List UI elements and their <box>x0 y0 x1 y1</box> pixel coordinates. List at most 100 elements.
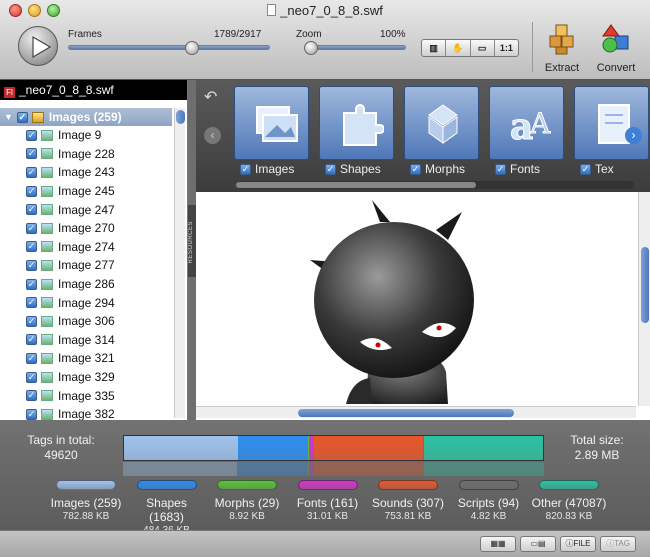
checkbox[interactable]: ✓ <box>26 148 37 160</box>
sidebar-scroll-thumb[interactable] <box>176 110 185 124</box>
preview-horizontal-scrollbar[interactable] <box>196 406 636 418</box>
window-title: _neo7_0_8_8.swf <box>0 3 650 18</box>
frames-slider[interactable] <box>68 45 270 50</box>
tree-item[interactable]: ✓ Image 274 <box>0 238 172 257</box>
fit-window-button[interactable]: ▭ <box>471 40 495 56</box>
strip-scrollbar[interactable] <box>236 181 634 189</box>
actual-size-button[interactable]: 1:1 <box>495 40 518 56</box>
sidebar-scrollbar[interactable] <box>174 108 185 418</box>
tree-item[interactable]: ✓ Image 228 <box>0 145 172 164</box>
frames-label: Frames <box>68 29 102 40</box>
zoom-slider[interactable] <box>311 45 406 50</box>
checkbox[interactable]: ✓ <box>26 371 37 383</box>
hand-tool-button[interactable]: ✋ <box>446 40 471 56</box>
tree-root-images[interactable]: ▼ ✓ Images (259) <box>0 108 172 126</box>
image-icon <box>41 185 53 197</box>
checkbox[interactable]: ✓ <box>410 163 421 175</box>
tree-item[interactable]: ✓ Image 314 <box>0 331 172 350</box>
category-label-text[interactable]: ✓ Tex <box>580 162 614 176</box>
preview-vertical-thumb[interactable] <box>641 247 649 323</box>
checkbox[interactable]: ✓ <box>26 222 37 234</box>
tree-item[interactable]: ✓ Image 277 <box>0 256 172 275</box>
thumbnail-view-icon: ▦▦ <box>490 539 506 548</box>
checkbox[interactable]: ✓ <box>26 334 37 346</box>
frames-slider-knob[interactable] <box>184 41 199 55</box>
back-icon[interactable]: ↶ <box>204 87 217 107</box>
legend-item-other: Other (47087) 820.83 KB <box>530 480 608 522</box>
tree-item[interactable]: ✓ Image 335 <box>0 386 172 405</box>
size-distribution-reflection <box>123 462 544 476</box>
checkbox[interactable]: ✓ <box>26 408 37 420</box>
legend-swatch <box>136 480 197 490</box>
legend-item-fonts: Fonts (161) 31.01 KB <box>289 480 367 522</box>
info-icon: ⓘ <box>565 539 574 548</box>
zoom-slider-knob[interactable] <box>304 41 318 55</box>
bar-segment-sounds <box>313 436 424 460</box>
category-label-images[interactable]: ✓ Images <box>240 162 294 176</box>
checkbox[interactable]: ✓ <box>26 297 37 309</box>
checkbox[interactable]: ✓ <box>325 163 336 175</box>
convert-button[interactable]: Convert <box>592 22 640 74</box>
disclosure-triangle-icon[interactable]: ▼ <box>4 112 13 122</box>
tree-item[interactable]: ✓ Image 329 <box>0 368 172 387</box>
legend-swatch <box>297 480 358 490</box>
checkbox[interactable]: ✓ <box>26 185 37 197</box>
checkbox[interactable]: ✓ <box>26 259 37 271</box>
category-tile-morphs[interactable] <box>404 86 479 160</box>
bar-segment-other <box>423 436 543 460</box>
checkbox[interactable]: ✓ <box>240 163 251 175</box>
tree-item[interactable]: ✓ Image 321 <box>0 349 172 368</box>
checkbox[interactable]: ✓ <box>580 163 591 175</box>
category-tile-images[interactable] <box>234 86 309 160</box>
scroll-right-button[interactable]: › <box>625 127 642 144</box>
resources-tab[interactable]: RESOURCES <box>188 205 196 277</box>
checkbox[interactable]: ✓ <box>26 204 37 216</box>
statistics-panel: Tags in total: 49620 Total size: 2.89 MB… <box>0 420 650 536</box>
extract-button[interactable]: Extract <box>538 22 586 74</box>
strip-scroll-thumb[interactable] <box>236 182 476 188</box>
thumbnail-view-button[interactable]: ▦▦ <box>480 536 516 552</box>
play-button[interactable] <box>18 26 58 66</box>
category-label-shapes[interactable]: ✓ Shapes <box>325 162 381 176</box>
category-label-fonts[interactable]: ✓ Fonts <box>495 162 540 176</box>
tree-item[interactable]: ✓ Image 243 <box>0 163 172 182</box>
checkbox[interactable]: ✓ <box>495 163 506 175</box>
tree-item[interactable]: ✓ Image 306 <box>0 312 172 331</box>
checkbox[interactable]: ✓ <box>26 241 37 253</box>
zoom-value: 100% <box>380 29 406 40</box>
checkbox[interactable]: ✓ <box>26 129 37 141</box>
file-info-button[interactable]: ⓘFILE <box>560 536 596 552</box>
checkbox[interactable]: ✓ <box>26 278 37 290</box>
tree-item[interactable]: ✓ Image 270 <box>0 219 172 238</box>
image-icon <box>41 148 53 160</box>
tree-item[interactable]: ✓ Image 247 <box>0 200 172 219</box>
checkbox[interactable]: ✓ <box>26 315 37 327</box>
category-tile-fonts[interactable]: aA <box>489 86 564 160</box>
category-label-morphs[interactable]: ✓ Morphs <box>410 162 465 176</box>
checkbox[interactable]: ✓ <box>26 352 37 364</box>
image-icon <box>41 297 53 309</box>
zoom-label: Zoom <box>296 29 322 40</box>
checkbox[interactable]: ✓ <box>16 111 28 123</box>
tag-info-button[interactable]: ⓘTAG <box>600 536 636 552</box>
preview-vertical-scrollbar[interactable] <box>638 192 650 406</box>
image-icon <box>41 222 53 234</box>
fit-window-icon: ▭ <box>477 43 487 53</box>
preview-horizontal-thumb[interactable] <box>298 409 514 417</box>
checkbox[interactable]: ✓ <box>26 166 37 178</box>
category-tile-text[interactable] <box>574 86 649 160</box>
category-tile-shapes[interactable] <box>319 86 394 160</box>
tree-item[interactable]: ✓ Image 245 <box>0 182 172 201</box>
checkbox[interactable]: ✓ <box>26 390 37 402</box>
document-icon <box>267 4 277 16</box>
list-view-button[interactable]: ▭▤ <box>520 536 556 552</box>
tree-item[interactable]: ✓ Image 294 <box>0 293 172 312</box>
legend-swatch <box>458 480 519 490</box>
tree-item[interactable]: ✓ Image 9 <box>0 126 172 145</box>
film-strip-view-button[interactable]: ▥ <box>422 40 447 56</box>
bar-reflection-shapes <box>237 462 308 476</box>
scroll-left-button[interactable]: ‹ <box>204 127 221 144</box>
legend-swatch <box>378 480 438 490</box>
tree-item[interactable]: ✓ Image 286 <box>0 275 172 294</box>
legend-swatch <box>217 480 277 490</box>
